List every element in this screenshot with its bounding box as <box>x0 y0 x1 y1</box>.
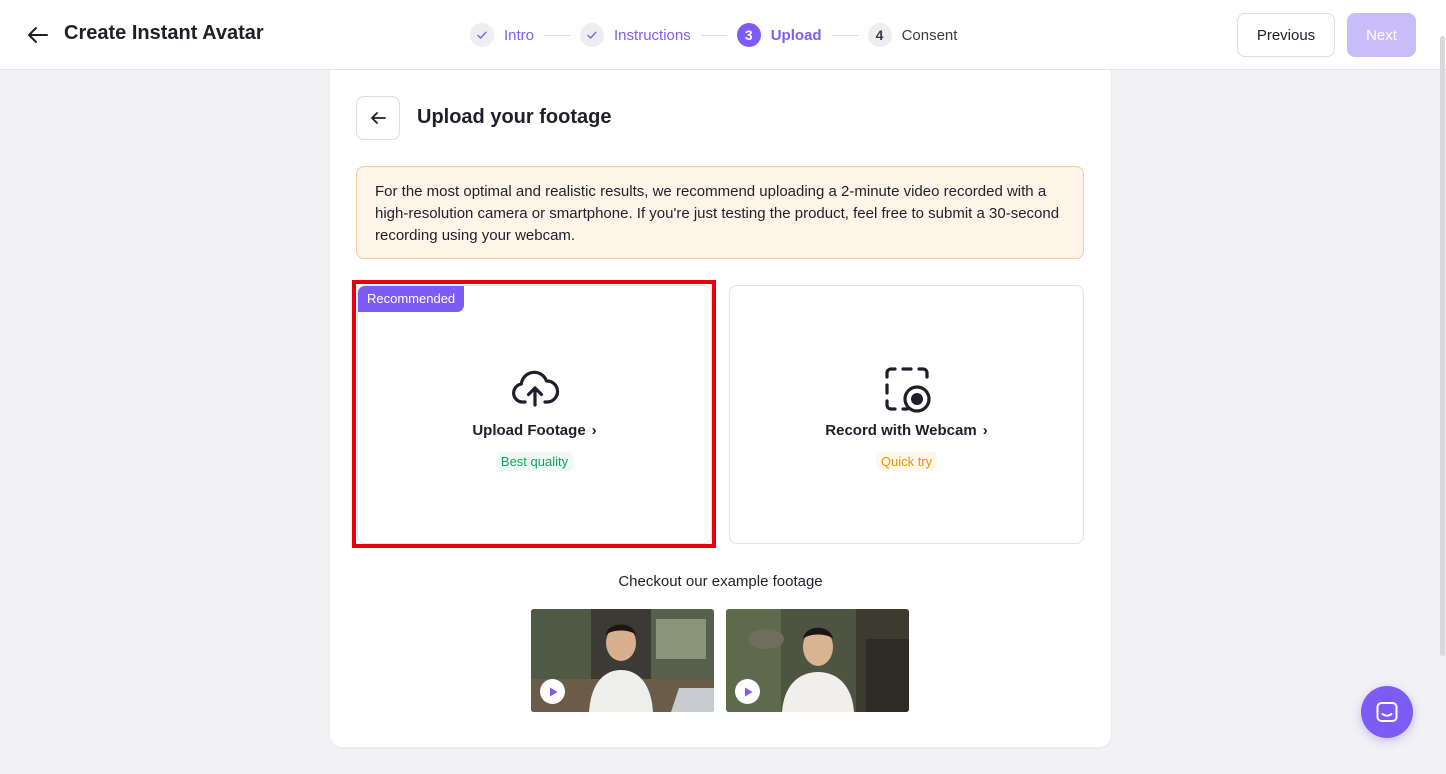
scrollbar[interactable] <box>1440 36 1445 656</box>
webcam-record-icon <box>884 367 931 413</box>
play-icon[interactable] <box>540 679 565 704</box>
quality-tag: Best quality <box>495 452 574 471</box>
recommended-badge: Recommended <box>358 286 465 312</box>
card-back-button[interactable] <box>356 96 400 140</box>
step-consent[interactable]: 4 Consent <box>867 23 958 47</box>
page-title: Create Instant Avatar <box>64 22 264 44</box>
step-divider <box>831 34 858 36</box>
check-icon <box>470 23 494 47</box>
step-divider <box>700 34 727 36</box>
example-video-thumbnail[interactable] <box>726 609 909 712</box>
step-label: Instructions <box>614 26 691 44</box>
step-label: Upload <box>770 26 822 44</box>
option-title: Upload Footage › <box>472 422 597 439</box>
top-bar: Create Instant Avatar Intro Instructions… <box>0 0 1446 70</box>
step-number: 4 <box>867 23 892 47</box>
step-upload[interactable]: 3 Upload <box>736 23 822 47</box>
example-video-thumbnail[interactable] <box>531 609 714 712</box>
next-button[interactable]: Next <box>1347 13 1416 57</box>
play-icon[interactable] <box>735 679 760 704</box>
chevron-right-icon: › <box>591 422 597 439</box>
recommendation-notice: For the most optimal and realistic resul… <box>356 166 1084 259</box>
previous-button[interactable]: Previous <box>1237 13 1335 57</box>
back-arrow-icon <box>371 112 386 124</box>
section-title: Upload your footage <box>417 106 612 128</box>
examples-title: Checkout our example footage <box>618 573 823 590</box>
step-instructions[interactable]: Instructions <box>580 23 691 47</box>
check-icon <box>580 23 605 47</box>
chat-launcher-button[interactable] <box>1361 686 1413 738</box>
upload-card: Upload your footage For the most optimal… <box>330 70 1111 747</box>
step-label: Intro <box>504 26 535 44</box>
cloud-upload-icon <box>511 370 559 407</box>
quick-try-tag: Quick try <box>875 452 938 471</box>
chat-icon <box>1376 702 1398 722</box>
back-arrow-icon[interactable] <box>26 24 50 46</box>
step-intro[interactable]: Intro <box>470 23 534 47</box>
step-number: 3 <box>736 23 761 47</box>
chevron-right-icon: › <box>982 422 988 439</box>
step-label: Consent <box>901 26 958 44</box>
step-divider <box>544 34 571 36</box>
upload-footage-option[interactable]: Recommended Upload Footage › Best quality <box>357 285 712 544</box>
record-webcam-option[interactable]: Record with Webcam › Quick try <box>729 285 1084 544</box>
option-title: Record with Webcam › <box>825 422 988 439</box>
stepper: Intro Instructions 3 Upload 4 Consent <box>470 22 957 48</box>
